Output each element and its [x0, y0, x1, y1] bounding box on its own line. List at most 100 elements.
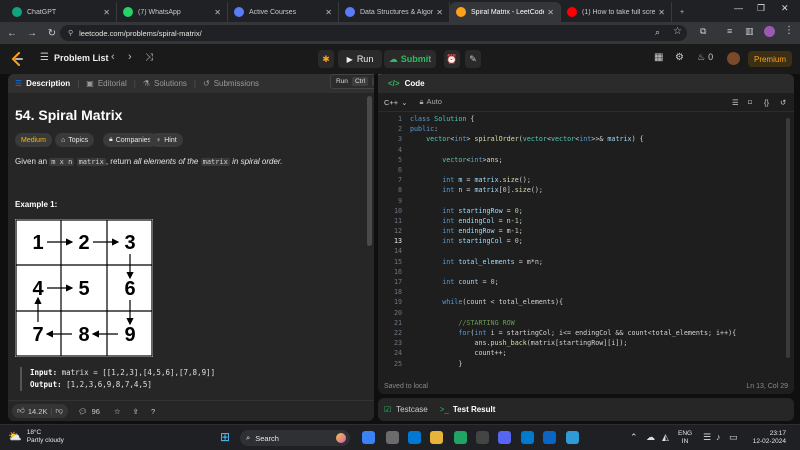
browser-tab[interactable]: Spiral Matrix - LeetCode ✕ — [450, 2, 561, 22]
weather-widget[interactable]: ⛅ 18°C Partly cloudy — [8, 429, 64, 445]
code-line[interactable]: 23 ans.push_back(matrix[startingRow][i])… — [378, 338, 794, 348]
browser-tab[interactable]: Data Structures & Algorith ✕ — [339, 2, 450, 22]
bookmark-star-icon[interactable]: ☆ — [673, 26, 682, 37]
code-line[interactable]: 7 int m = matrix.size(); — [378, 175, 794, 185]
discord-app-icon[interactable] — [498, 431, 511, 444]
zoom-icon[interactable]: ⌕ — [655, 27, 660, 38]
braces-icon[interactable]: {} — [764, 98, 769, 107]
shuffle-icon[interactable]: ⤨ — [145, 52, 153, 63]
linkedin-app-icon[interactable] — [543, 431, 556, 444]
language-select[interactable]: C++ ⌄ — [384, 98, 407, 107]
notes-icon[interactable]: ✎ — [465, 50, 481, 68]
premium-button[interactable]: Premium — [748, 51, 792, 67]
testcase-tab[interactable]: Testcase — [396, 405, 428, 414]
code-line[interactable]: 18 — [378, 287, 794, 297]
code-line[interactable]: 19 while(count < total_elements){ — [378, 297, 794, 307]
browser-tab[interactable]: Active Courses ✕ — [228, 2, 339, 22]
url-input[interactable]: ⚲ leetcode.com/problems/spiral-matrix/ — [60, 25, 687, 41]
submit-button[interactable]: ☁ Submit — [384, 50, 436, 68]
timer-icon[interactable]: ⏰ — [444, 50, 460, 68]
close-tab-icon[interactable]: ✕ — [214, 8, 221, 17]
browser-tab[interactable]: (7) WhatsApp ✕ — [117, 2, 228, 22]
like-button[interactable]: 👍︎ 14.2K | 👎︎ — [12, 404, 69, 418]
code-line[interactable]: 24 count++; — [378, 348, 794, 358]
app-icon[interactable] — [566, 431, 579, 444]
file-explorer-icon[interactable] — [430, 431, 443, 444]
problem-list-link[interactable]: Problem List — [54, 53, 109, 63]
back-icon[interactable]: ← — [4, 28, 20, 39]
language-indicator[interactable]: ENG IN — [678, 430, 692, 446]
debug-icon[interactable]: ✱ — [318, 50, 334, 68]
close-tab-icon[interactable]: ✕ — [436, 8, 443, 17]
thumbs-down-icon[interactable]: 👎︎ — [55, 406, 63, 416]
vscode-app-icon[interactable] — [521, 431, 534, 444]
close-window-icon[interactable]: ✕ — [781, 3, 789, 14]
site-info-icon[interactable]: ⚲ — [68, 29, 73, 37]
code-line[interactable]: 22 for(int i = startingCol; i<= endingCo… — [378, 328, 794, 338]
close-tab-icon[interactable]: ✕ — [325, 8, 332, 17]
browser-tab[interactable]: (1) How to take full screen ✕ — [561, 2, 672, 22]
code-line[interactable]: 1 class Solution { — [378, 114, 794, 124]
close-tab-icon[interactable]: ✕ — [103, 8, 110, 17]
hint-button[interactable]: ♀ Hint — [150, 133, 183, 147]
share-icon[interactable]: ⇪ — [133, 407, 139, 416]
minimize-icon[interactable]: — — [734, 3, 743, 13]
tray-chevron-icon[interactable]: ⌃ — [630, 432, 638, 443]
editor-scrollbar[interactable] — [786, 118, 790, 358]
task-view-icon[interactable] — [386, 431, 399, 444]
media-icon[interactable]: ≡ — [727, 26, 732, 36]
code-line[interactable]: 21 //STARTING ROW — [378, 318, 794, 328]
maximize-icon[interactable]: ❐ — [757, 3, 765, 14]
leetcode-logo-icon[interactable] — [11, 52, 24, 66]
volume-icon[interactable]: ♪ — [716, 432, 721, 442]
help-icon[interactable]: ? — [151, 407, 155, 416]
comments-button[interactable]: 💬︎ 96 — [78, 407, 100, 416]
browser-menu-icon[interactable]: ⋮ — [784, 25, 794, 36]
windows-start-icon[interactable]: ⊞ — [220, 430, 230, 444]
left-tab-description[interactable]: ☰ Description — [8, 79, 77, 88]
forward-icon[interactable]: → — [24, 28, 40, 39]
streak-counter[interactable]: ♨ 0 — [697, 52, 713, 63]
code-line[interactable]: 4 — [378, 145, 794, 155]
prev-problem-icon[interactable]: ‹ — [111, 51, 115, 63]
code-line[interactable]: 12 int endingRow = m-1; — [378, 226, 794, 236]
description-scrollbar[interactable] — [367, 96, 372, 246]
taskbar-search[interactable]: ⌕ Search — [240, 430, 350, 446]
sidepanel-icon[interactable]: ▥ — [745, 26, 754, 37]
code-line[interactable]: 2 public: — [378, 124, 794, 134]
user-avatar[interactable] — [727, 52, 740, 65]
store-app-icon[interactable] — [408, 431, 421, 444]
reload-icon[interactable]: ↻ — [44, 28, 60, 39]
code-line[interactable]: 3 vector<int> spiralOrder(vector<vector<… — [378, 134, 794, 144]
battery-icon[interactable]: ▭ — [729, 432, 738, 443]
code-line[interactable]: 10 int startingRow = 0; — [378, 206, 794, 216]
left-tab-editorial[interactable]: ▣ Editorial — [79, 79, 133, 88]
layout-icon[interactable]: ▦ — [654, 52, 663, 63]
extensions-icon[interactable]: ⧉ — [700, 26, 706, 37]
settings-gear-icon[interactable]: ⚙ — [675, 52, 684, 63]
next-problem-icon[interactable]: › — [128, 51, 132, 63]
code-line[interactable]: 13 int startingCol = 0; — [378, 236, 794, 246]
github-app-icon[interactable] — [476, 431, 489, 444]
code-editor[interactable]: 1 class Solution {2 public: 3 vector<int> s… — [378, 114, 794, 370]
chrome-app-icon[interactable] — [454, 431, 467, 444]
code-line[interactable]: 15 int total_elements = m*n; — [378, 257, 794, 267]
code-line[interactable]: 5 vector<int>ans; — [378, 155, 794, 165]
left-tab-solutions[interactable]: ⚗ Solutions — [136, 79, 194, 88]
code-line[interactable]: 20 — [378, 308, 794, 318]
code-line[interactable]: 14 — [378, 246, 794, 256]
code-line[interactable]: 16 — [378, 267, 794, 277]
profile-avatar[interactable] — [764, 26, 775, 37]
format-icon[interactable]: ☰ — [732, 98, 739, 107]
favorite-star-icon[interactable]: ☆ — [114, 407, 121, 416]
reset-icon[interactable]: ↺ — [780, 98, 786, 107]
code-line[interactable]: 17 int count = 0; — [378, 277, 794, 287]
code-line[interactable]: 6 — [378, 165, 794, 175]
code-line[interactable]: 11 int endingCol = n-1; — [378, 216, 794, 226]
code-line[interactable]: 9 — [378, 196, 794, 206]
close-tab-icon[interactable]: ✕ — [658, 8, 665, 17]
system-clock[interactable]: 23:17 12-02-2024 — [746, 430, 786, 446]
auto-mode-toggle[interactable]: 🔒︎ Auto — [419, 97, 441, 107]
onedrive-icon[interactable]: ☁ — [646, 432, 655, 443]
topics-tag-button[interactable]: ⌂ Topics — [55, 133, 95, 147]
